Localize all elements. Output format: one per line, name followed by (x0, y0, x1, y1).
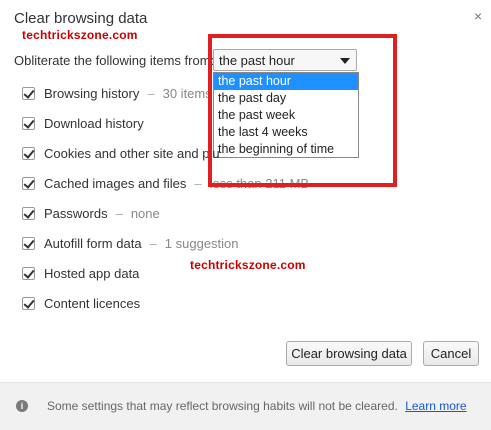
checkbox-checked-icon[interactable] (22, 86, 35, 100)
checkbox-checked-icon[interactable] (22, 236, 35, 250)
option-label: Download history (44, 115, 144, 131)
checkbox-checked-icon[interactable] (22, 116, 35, 130)
option-label: Cached images and files (44, 175, 187, 191)
checkbox-checked-icon[interactable] (22, 296, 35, 310)
clear-browsing-data-button[interactable]: Clear browsing data (286, 341, 412, 366)
watermark-middle: techtrickszone.com (190, 258, 306, 272)
option-label: Passwords (44, 205, 108, 221)
dropdown-option-past-week[interactable]: the past week (214, 107, 358, 124)
option-browsing-history[interactable]: Browsing history – 30 items (22, 84, 212, 102)
dropdown-option-last-4-weeks[interactable]: the last 4 weeks (214, 124, 358, 141)
option-detail: 1 suggestion (164, 235, 239, 251)
option-cached-images[interactable]: Cached images and files – less than 211 … (22, 174, 309, 192)
dropdown-option-beginning-of-time[interactable]: the beginning of time (214, 141, 358, 158)
option-label: Browsing history (44, 85, 140, 101)
checkbox-checked-icon[interactable] (22, 176, 35, 190)
option-download-history[interactable]: Download history (22, 114, 144, 132)
footer-note: Some settings that may reflect browsing … (47, 399, 467, 413)
option-content-licences[interactable]: Content licences (22, 294, 140, 312)
learn-more-link[interactable]: Learn more (405, 399, 466, 413)
separator-dash: – (115, 205, 123, 221)
option-label: Autofill form data (44, 235, 142, 251)
option-passwords[interactable]: Passwords – none (22, 204, 160, 222)
option-hosted-app-data[interactable]: Hosted app data (22, 264, 139, 282)
option-detail: less than 211 MB (209, 175, 310, 191)
watermark-top: techtrickszone.com (22, 28, 138, 42)
info-icon: i (16, 400, 28, 412)
time-range-select[interactable]: the past hour (213, 49, 357, 71)
cancel-button[interactable]: Cancel (423, 341, 479, 366)
time-range-label: Obliterate the following items from: (14, 53, 215, 68)
separator-dash: – (194, 175, 202, 191)
dropdown-option-past-day[interactable]: the past day (214, 90, 358, 107)
footer-bar: i Some settings that may reflect browsin… (0, 382, 491, 430)
dropdown-option-past-hour[interactable]: the past hour (214, 73, 358, 90)
checkbox-checked-icon[interactable] (22, 206, 35, 220)
option-detail: 30 items (162, 85, 212, 101)
checkbox-checked-icon[interactable] (22, 266, 35, 280)
separator-dash: – (147, 85, 155, 101)
dialog-title: Clear browsing data (14, 10, 148, 27)
dropdown-arrow-icon (340, 58, 350, 64)
time-range-dropdown-list: the past hour the past day the past week… (213, 72, 359, 158)
footer-text: Some settings that may reflect browsing … (47, 399, 398, 413)
separator-dash: – (149, 235, 157, 251)
option-cookies[interactable]: Cookies and other site and plu (22, 144, 220, 162)
option-autofill[interactable]: Autofill form data – 1 suggestion (22, 234, 239, 252)
option-detail: none (130, 205, 160, 221)
close-icon[interactable]: × (474, 8, 482, 24)
option-label: Content licences (44, 295, 141, 311)
checkbox-checked-icon[interactable] (22, 146, 35, 160)
option-label: Cookies and other site and plu (44, 145, 220, 161)
option-label: Hosted app data (44, 265, 140, 281)
time-range-selected-value: the past hour (219, 53, 295, 68)
